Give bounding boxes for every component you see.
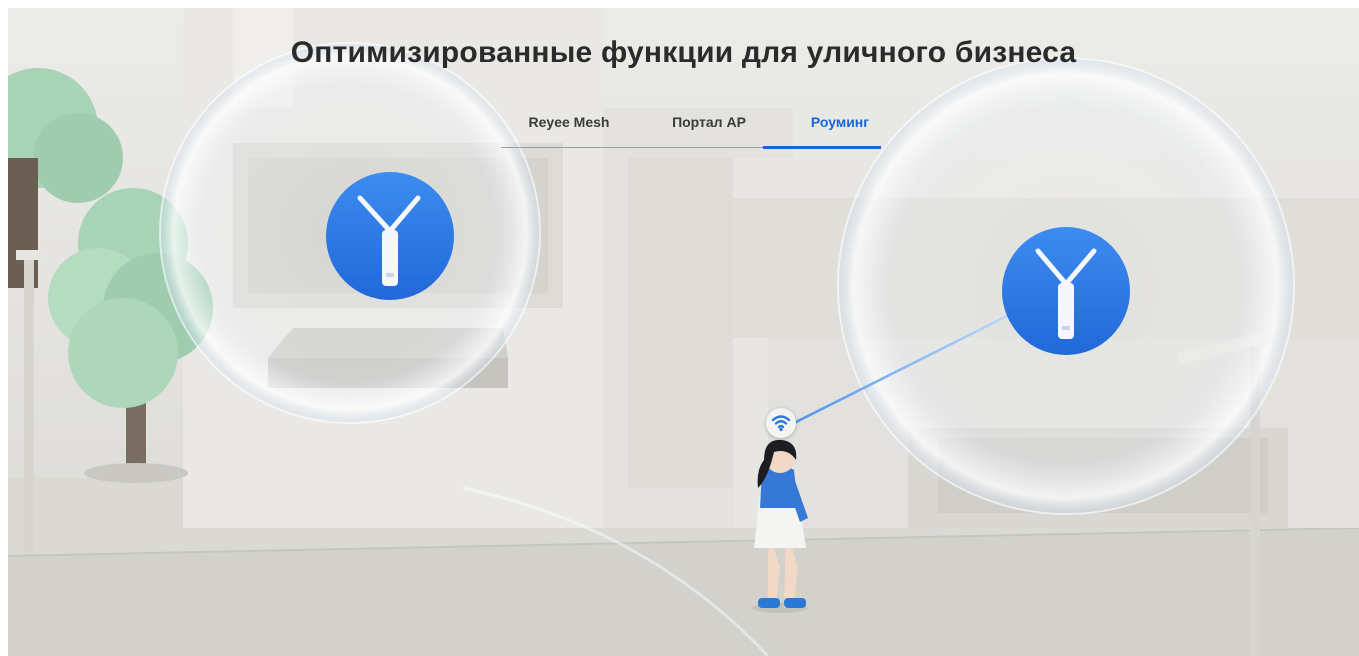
roaming-scene: Оптимизированные функции для уличного би… [8,8,1359,656]
feature-tabs: Reyee Mesh Портал AP Роуминг [501,100,881,149]
tab-portal-ap[interactable]: Портал AP [659,100,759,144]
page-title: Оптимизированные функции для уличного би… [290,36,1077,69]
wifi-icon [771,415,791,432]
street-lamp-left [24,253,34,553]
access-point-icon [326,172,454,300]
access-point-icon [1002,227,1130,355]
tab-roaming[interactable]: Роуминг [795,100,885,144]
tree-base [84,463,188,483]
active-tab-indicator [763,146,881,149]
tab-reyee-mesh[interactable]: Reyee Mesh [519,100,619,144]
wifi-badge [766,408,796,438]
